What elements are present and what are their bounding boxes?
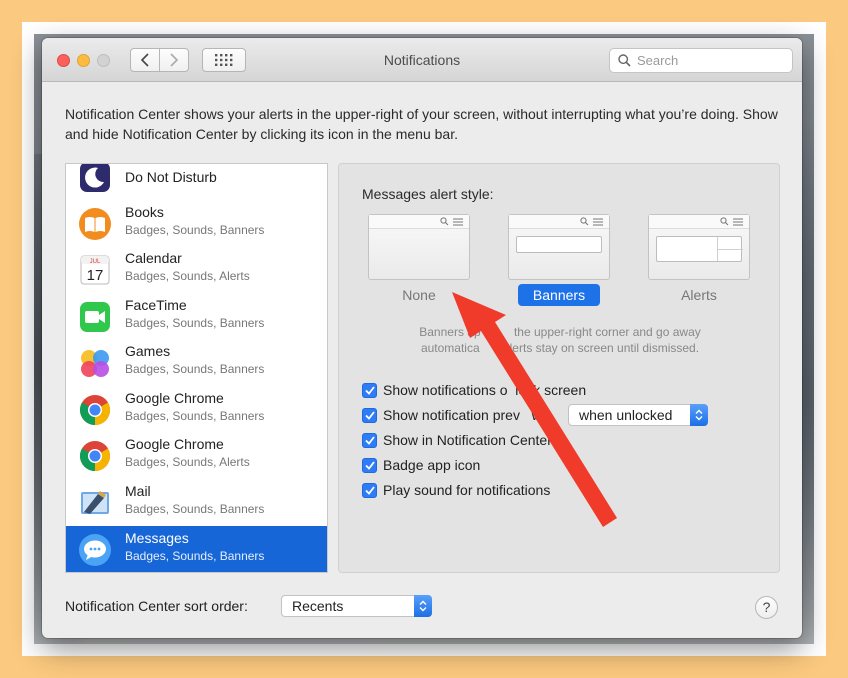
list-item-books[interactable]: Books Badges, Sounds, Banners <box>66 200 327 246</box>
calendar-icon: JUL 17 <box>80 255 110 285</box>
alert-style-alerts-label[interactable]: Alerts <box>648 287 750 303</box>
option-label: Show notification prev w <box>383 407 542 423</box>
list-item-name: Google Chrome <box>125 436 224 452</box>
list-item-games[interactable]: Games Badges, Sounds, Banners <box>66 339 327 385</box>
up-down-chevron-icon <box>695 409 703 421</box>
checkmark-icon <box>364 435 375 445</box>
preferences-window: Notifications Notification Center shows … <box>42 38 802 638</box>
title-bar: Notifications <box>42 38 802 82</box>
preview-popup[interactable]: when unlocked <box>568 404 708 426</box>
search-input[interactable] <box>637 53 787 68</box>
list-item-name: Calendar <box>125 250 182 266</box>
moon-icon <box>80 164 110 192</box>
list-item-name: Do Not Disturb <box>125 169 217 185</box>
checkmark-icon <box>364 485 375 495</box>
list-item-subtitle: Badges, Sounds, Banners <box>125 549 265 563</box>
calendar-day: 17 <box>87 267 104 284</box>
alert-settings-panel: Messages alert style: None Banners Alert… <box>338 163 780 573</box>
search-icon <box>580 217 589 226</box>
alert-style-banners-label[interactable]: Banners <box>508 284 610 306</box>
checkmark-icon <box>364 460 375 470</box>
list-item-subtitle: Badges, Sounds, Banners <box>125 502 265 516</box>
list-item-subtitle: Badges, Sounds, Banners <box>125 316 265 330</box>
list-item-subtitle: Badges, Sounds, Banners <box>125 409 265 423</box>
checkmark-icon <box>364 410 375 420</box>
app-list[interactable]: Do Not Disturb Books Badges, Sounds, Ban… <box>65 163 328 573</box>
list-icon <box>733 218 743 226</box>
description-text: Notification Center shows your alerts in… <box>65 106 778 142</box>
list-item-name: Messages <box>125 530 189 546</box>
list-item-name: Books <box>125 204 164 220</box>
list-item-name: Mail <box>125 483 151 499</box>
search-icon <box>440 217 449 226</box>
option-label: Play sound for notifications <box>383 482 551 498</box>
chrome-icon <box>79 441 111 471</box>
alert-style-heading: Messages alert style: <box>362 186 494 202</box>
search-icon <box>720 217 729 226</box>
option-label: Show in Notification Center <box>383 432 552 448</box>
list-item-do-not-disturb[interactable]: Do Not Disturb <box>66 164 327 200</box>
checkbox[interactable] <box>362 432 377 448</box>
sort-order-popup[interactable]: Recents <box>281 595 432 617</box>
list-item-name: FaceTime <box>125 297 187 313</box>
option-play-sound[interactable]: Play sound for notifications <box>362 480 550 500</box>
list-item-google-chrome[interactable]: Google Chrome Badges, Sounds, Alerts <box>66 432 327 478</box>
checkbox[interactable] <box>362 407 377 423</box>
games-icon <box>81 350 109 377</box>
list-item-subtitle: Badges, Sounds, Alerts <box>125 455 250 469</box>
alert-style-none-label[interactable]: None <box>368 287 470 303</box>
alert-style-hint: Banners ap the upper-right corner and go… <box>419 325 701 355</box>
search-field[interactable] <box>609 48 793 73</box>
books-icon <box>79 208 111 240</box>
calendar-month: JUL <box>90 259 101 265</box>
list-item-subtitle: Badges, Sounds, Alerts <box>125 269 250 283</box>
list-item-mail[interactable]: Mail Badges, Sounds, Banners <box>66 479 327 525</box>
alert-style-banners-preview[interactable] <box>508 214 610 280</box>
alert-style-alerts-preview[interactable] <box>648 214 750 280</box>
checkbox[interactable] <box>362 482 377 498</box>
option-label: Badge app icon <box>383 457 481 473</box>
help-button[interactable]: ? <box>755 596 778 619</box>
preview-menubar <box>649 215 749 229</box>
list-item-name: Google Chrome <box>125 390 224 406</box>
popup-stepper[interactable] <box>414 595 432 617</box>
mail-icon <box>81 491 109 514</box>
option-show-in-notification-center[interactable]: Show in Notification Center <box>362 430 552 450</box>
preview-menubar <box>509 215 609 229</box>
list-item-subtitle: Badges, Sounds, Banners <box>125 223 265 237</box>
facetime-icon <box>80 302 110 332</box>
list-item-messages[interactable]: Messages Badges, Sounds, Banners <box>66 526 327 572</box>
list-item-name: Games <box>125 343 171 359</box>
messages-icon <box>79 534 111 566</box>
list-item-facetime[interactable]: FaceTime Badges, Sounds, Banners <box>66 293 327 339</box>
alert-style-none-preview[interactable] <box>368 214 470 280</box>
option-show-on-lock-screen[interactable]: Show notifications o lock screen <box>362 380 586 400</box>
option-label: Show notifications o lock screen <box>383 382 587 398</box>
search-icon <box>618 54 631 67</box>
up-down-chevron-icon <box>419 600 427 612</box>
preview-menubar <box>369 215 469 229</box>
chrome-icon <box>79 395 111 425</box>
popup-stepper[interactable] <box>690 404 708 426</box>
list-item-subtitle: Badges, Sounds, Banners <box>125 362 265 376</box>
checkbox[interactable] <box>362 382 377 398</box>
banner-preview-shape <box>516 236 602 253</box>
checkmark-icon <box>364 385 375 395</box>
list-item-google-chrome[interactable]: Google Chrome Badges, Sounds, Banners <box>66 386 327 432</box>
alert-preview-shape <box>656 236 743 262</box>
sort-order-label: Notification Center sort order: <box>65 598 248 614</box>
option-badge-app-icon[interactable]: Badge app icon <box>362 455 480 475</box>
list-item-calendar[interactable]: JUL 17 Calendar Badges, Sounds, Alerts <box>66 246 327 292</box>
list-icon <box>593 218 603 226</box>
checkbox[interactable] <box>362 457 377 473</box>
sort-order-value: Recents <box>292 598 344 614</box>
preview-popup-value: when unlocked <box>579 407 673 423</box>
option-show-preview[interactable]: Show notification prev w <box>362 405 542 425</box>
list-icon <box>453 218 463 226</box>
